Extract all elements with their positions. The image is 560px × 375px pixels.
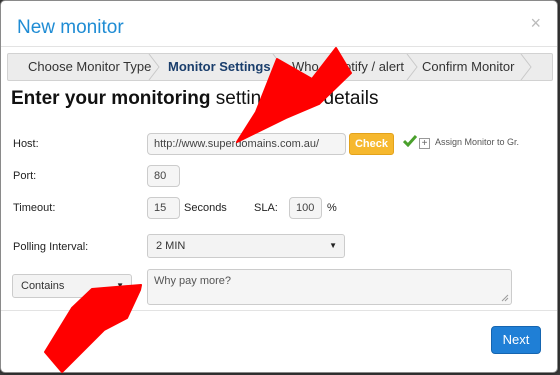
host-label: Host: <box>13 138 39 150</box>
step-separator <box>406 54 418 80</box>
assign-monitor-link[interactable]: Assign Monitor to Gr. <box>435 137 519 147</box>
caret-down-icon: ▼ <box>116 281 124 290</box>
port-label: Port: <box>13 170 37 182</box>
step-monitor-settings[interactable]: Monitor Settings <box>168 54 271 80</box>
step-choose-monitor-type[interactable]: Choose Monitor Type <box>28 54 151 80</box>
add-icon[interactable]: + <box>419 138 430 149</box>
checkmark-icon <box>403 135 417 147</box>
polling-interval-value: 2 MIN <box>156 240 186 252</box>
divider <box>1 46 557 47</box>
percent-label: % <box>327 202 337 214</box>
sla-label: SLA: <box>254 202 278 214</box>
caret-down-icon: ▼ <box>329 241 337 250</box>
next-button[interactable]: Next <box>491 326 541 354</box>
step-separator <box>520 54 532 80</box>
page-heading: Enter your monitoring settings and detai… <box>11 88 378 110</box>
polling-interval-label: Polling Interval: <box>13 241 89 253</box>
divider <box>1 310 557 311</box>
close-icon[interactable]: × <box>530 13 541 34</box>
step-separator <box>148 54 160 80</box>
wizard-steps: Choose Monitor Type Monitor Settings Who… <box>7 53 553 81</box>
timeout-input[interactable]: 15 <box>147 197 180 219</box>
step-confirm-monitor[interactable]: Confirm Monitor <box>422 54 514 80</box>
heading-rest: settings and details <box>210 88 379 109</box>
seconds-label: Seconds <box>184 202 227 214</box>
match-type-value: Contains <box>21 280 65 292</box>
match-type-select[interactable]: Contains ▼ <box>12 274 132 298</box>
sla-input[interactable]: 100 <box>289 197 322 219</box>
modal-title: New monitor <box>17 17 124 38</box>
match-text-value: Why pay more? <box>154 275 232 287</box>
match-text-input[interactable]: Why pay more? <box>147 269 512 305</box>
step-who-to-notify[interactable]: Who to notify / alert <box>292 54 404 80</box>
resize-handle-icon[interactable] <box>501 294 509 302</box>
new-monitor-modal: New monitor × Choose Monitor Type Monito… <box>0 0 558 373</box>
port-input[interactable]: 80 <box>147 165 180 187</box>
timeout-label: Timeout: <box>13 202 56 214</box>
polling-interval-select[interactable]: 2 MIN ▼ <box>147 234 345 258</box>
host-input[interactable]: http://www.superdomains.com.au/ <box>147 133 346 155</box>
step-separator <box>272 54 284 80</box>
check-button[interactable]: Check <box>349 133 394 155</box>
heading-bold: Enter your monitoring <box>11 88 211 109</box>
